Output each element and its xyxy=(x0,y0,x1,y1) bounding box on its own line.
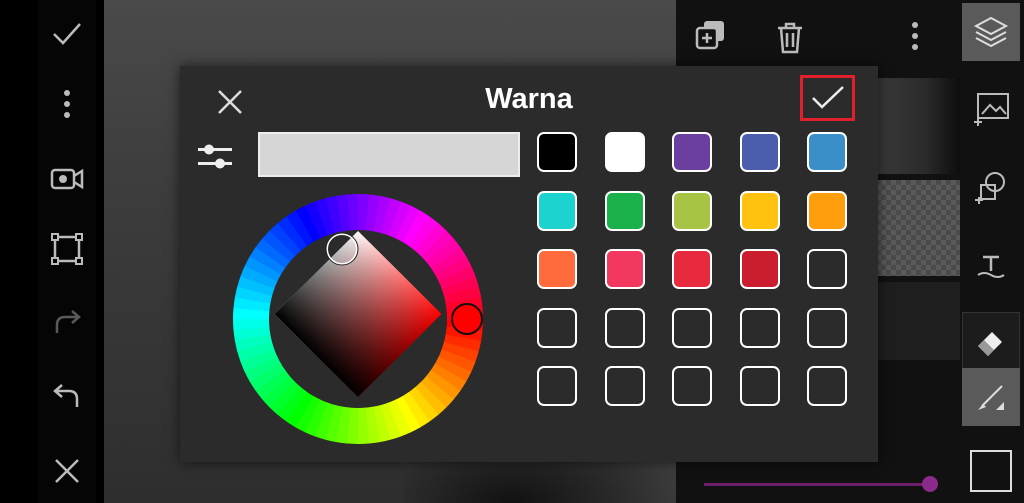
video-camera-icon xyxy=(50,168,84,190)
checkmark-icon xyxy=(811,86,844,109)
color-swatch[interactable] xyxy=(672,249,712,289)
dialog-close-button[interactable] xyxy=(212,84,248,120)
layers-icon xyxy=(973,16,1009,48)
layers-button[interactable] xyxy=(962,3,1020,61)
color-swatch[interactable] xyxy=(672,132,712,172)
eraser-icon xyxy=(978,332,1002,356)
transform-button[interactable] xyxy=(38,220,96,278)
empty-swatch[interactable] xyxy=(739,366,780,406)
add-shape-button[interactable] xyxy=(962,158,1020,216)
more-vertical-icon xyxy=(64,90,70,118)
empty-swatch[interactable] xyxy=(672,366,712,406)
color-swatch[interactable] xyxy=(604,190,645,231)
layer-thumbnail[interactable] xyxy=(876,282,960,360)
undo-icon xyxy=(53,384,79,407)
add-image-icon xyxy=(974,93,1009,126)
redo-icon xyxy=(55,310,81,333)
empty-swatch[interactable] xyxy=(672,307,712,348)
empty-swatch[interactable] xyxy=(807,249,847,289)
opacity-slider-track[interactable] xyxy=(704,483,934,486)
record-button[interactable] xyxy=(38,150,96,208)
color-dialog: Warna xyxy=(180,66,878,462)
brush-button[interactable] xyxy=(962,368,1020,426)
color-swatch[interactable] xyxy=(537,190,577,231)
opacity-slider-knob[interactable] xyxy=(922,476,938,492)
color-swatch[interactable] xyxy=(604,249,645,289)
color-swatch[interactable] xyxy=(604,132,645,172)
left-toolbar xyxy=(0,0,104,503)
right-toolbar xyxy=(960,0,1024,503)
color-adjust-button[interactable] xyxy=(196,140,234,172)
color-palette xyxy=(537,132,857,412)
color-swatch[interactable] xyxy=(739,132,780,172)
color-swatch[interactable] xyxy=(807,132,847,172)
close-icon xyxy=(218,90,242,114)
color-swatch[interactable] xyxy=(807,190,847,231)
dialog-confirm-button[interactable] xyxy=(800,75,855,121)
apply-button[interactable] xyxy=(38,4,96,62)
empty-swatch[interactable] xyxy=(807,307,847,348)
empty-swatch[interactable] xyxy=(604,366,645,406)
layer-options-button[interactable] xyxy=(910,20,924,54)
close-icon xyxy=(55,459,79,483)
more-vertical-icon xyxy=(912,22,918,50)
add-shape-icon xyxy=(975,172,1005,204)
checkmark-icon xyxy=(53,23,81,45)
add-layer-icon xyxy=(695,21,724,50)
current-color-preview xyxy=(258,132,520,177)
empty-swatch[interactable] xyxy=(739,307,780,348)
layer-thumbnail[interactable] xyxy=(876,180,960,276)
empty-swatch[interactable] xyxy=(537,366,577,406)
text-icon xyxy=(977,255,1005,278)
eraser-button[interactable] xyxy=(962,312,1020,370)
cancel-button[interactable] xyxy=(38,442,96,500)
color-swatch[interactable] xyxy=(537,249,577,289)
empty-swatch[interactable] xyxy=(537,307,577,348)
saturation-value-square[interactable] xyxy=(274,231,442,398)
undo-button[interactable] xyxy=(38,368,96,426)
color-square-icon xyxy=(970,450,1012,492)
color-swatch[interactable] xyxy=(739,190,780,231)
layer-thumbnail[interactable] xyxy=(876,78,960,174)
color-swatch[interactable] xyxy=(672,190,712,231)
sliders-icon xyxy=(198,144,232,169)
color-wheel[interactable] xyxy=(232,193,484,445)
more-options-button[interactable] xyxy=(38,75,96,133)
brush-icon xyxy=(978,385,1004,410)
empty-swatch[interactable] xyxy=(604,307,645,348)
delete-layer-button[interactable] xyxy=(776,22,806,54)
current-color-button[interactable] xyxy=(962,442,1020,500)
color-swatch[interactable] xyxy=(739,249,780,289)
color-swatch[interactable] xyxy=(537,132,577,172)
add-layer-button[interactable] xyxy=(694,18,730,54)
redo-button[interactable] xyxy=(38,294,96,352)
trash-icon xyxy=(778,22,802,54)
layers-toolbar xyxy=(676,0,960,66)
add-image-button[interactable] xyxy=(962,80,1020,138)
hue-picker-handle[interactable] xyxy=(451,303,483,335)
add-text-button[interactable] xyxy=(962,236,1020,294)
dialog-title: Warna xyxy=(485,83,573,115)
crop-frame-icon xyxy=(51,233,83,265)
empty-swatch[interactable] xyxy=(807,366,847,406)
